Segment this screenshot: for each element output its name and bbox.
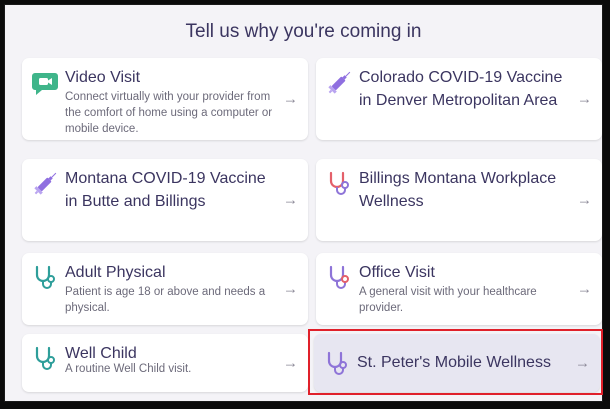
card-well-child[interactable]: Well Child A routine Well Child visit. → (22, 334, 308, 392)
card-office-visit[interactable]: Office Visit A general visit with your h… (316, 253, 602, 325)
stethoscope-icon (329, 171, 349, 195)
syringe-icon (34, 172, 57, 195)
arrow-right-icon: → (283, 191, 298, 209)
card-title: Office Visit (359, 264, 435, 281)
card-description: Patient is age 18 or above and needs a p… (65, 286, 266, 314)
card-title: Video Visit (65, 69, 141, 86)
card-title: Montana COVID-19 Vaccine in Butte and Bi… (65, 170, 266, 210)
card-title: Colorado COVID-19 Vaccine in Denver Metr… (359, 69, 563, 109)
card-colorado-covid-vaccine[interactable]: Colorado COVID-19 Vaccine in Denver Metr… (316, 58, 602, 140)
card-description: Connect virtually with your provider fro… (65, 91, 273, 135)
stethoscope-icon (35, 346, 55, 370)
stethoscope-icon (329, 265, 349, 289)
stethoscope-icon (35, 265, 55, 289)
card-title: Billings Montana Workplace Wellness (359, 170, 557, 210)
card-billings-workplace-wellness[interactable]: Billings Montana Workplace Wellness → (316, 159, 602, 241)
selection-highlight (308, 329, 603, 395)
card-video-visit[interactable]: Video Visit Connect virtually with your … (22, 58, 308, 140)
arrow-right-icon: → (283, 354, 298, 372)
card-title: Adult Physical (65, 264, 166, 281)
arrow-right-icon: → (283, 280, 298, 298)
card-adult-physical[interactable]: Adult Physical Patient is age 18 or abov… (22, 253, 308, 325)
card-description: A general visit with your healthcare pro… (359, 286, 537, 314)
arrow-right-icon: → (577, 90, 592, 108)
arrow-right-icon: → (577, 280, 592, 298)
card-description: A routine Well Child visit. (65, 363, 192, 375)
video-icon (32, 73, 58, 95)
card-montana-covid-vaccine[interactable]: Montana COVID-19 Vaccine in Butte and Bi… (22, 159, 308, 241)
arrow-right-icon: → (577, 191, 592, 209)
arrow-right-icon: → (283, 90, 298, 108)
page-title: Tell us why you're coming in (185, 21, 422, 42)
syringe-icon (328, 71, 351, 94)
